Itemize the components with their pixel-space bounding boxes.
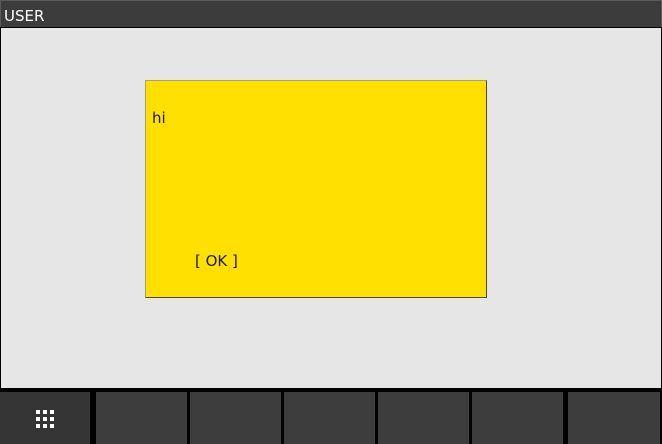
softkey-menu-button[interactable] — [0, 392, 90, 444]
softkey-bar — [0, 392, 662, 444]
softkey-2[interactable] — [190, 392, 281, 444]
screen: USER hi [ OK ] — [0, 0, 662, 444]
softkey-4[interactable] — [378, 392, 469, 444]
dialog-message: hi — [152, 109, 166, 127]
softkey-6[interactable] — [568, 392, 660, 444]
softkey-3[interactable] — [284, 392, 375, 444]
message-dialog: hi [ OK ] — [145, 80, 487, 298]
title-bar: USER — [0, 0, 662, 27]
softkey-5[interactable] — [472, 392, 563, 444]
ok-button[interactable]: [ OK ] — [195, 252, 238, 270]
grid-icon — [36, 410, 54, 428]
softkey-1[interactable] — [96, 392, 187, 444]
window-title: USER — [4, 7, 45, 25]
